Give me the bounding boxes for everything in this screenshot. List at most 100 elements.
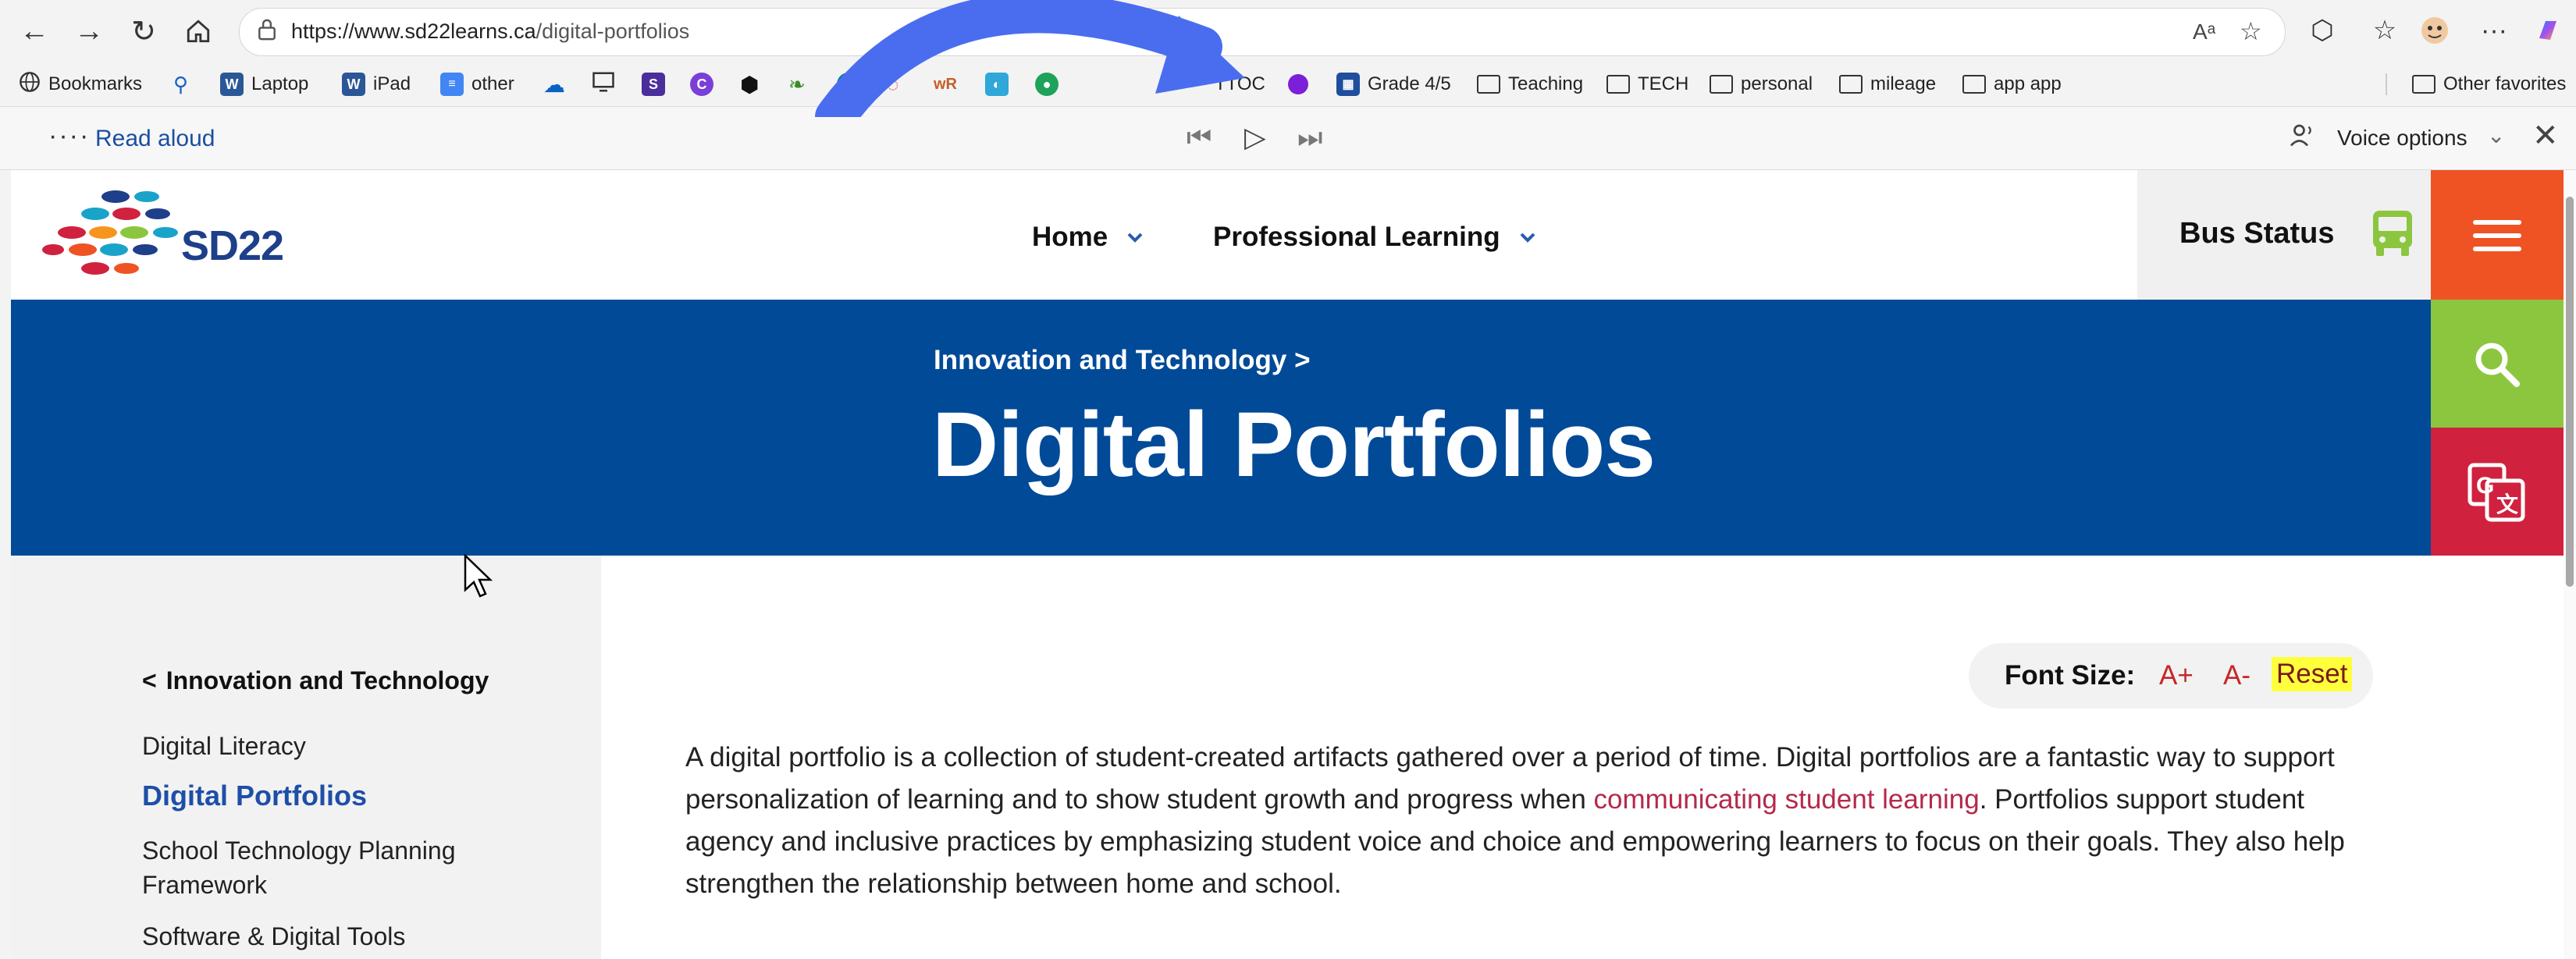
- url-host: https://www.sd22learns.ca: [291, 20, 536, 43]
- bookmark-ttoc[interactable]: TTOC: [1215, 69, 1265, 100]
- browser-toolbar: ← → ↻ https://www.sd22learns.ca/digital-…: [0, 0, 2576, 62]
- url-path: /digital-portfolios: [535, 20, 690, 43]
- font-size-label: Font Size:: [2005, 660, 2136, 691]
- font-increase-button[interactable]: A+: [2159, 660, 2194, 691]
- bookmark-other[interactable]: ≡ other: [440, 69, 514, 100]
- close-icon[interactable]: ✕: [2532, 118, 2559, 154]
- profile-icon[interactable]: [2415, 11, 2454, 50]
- home-icon[interactable]: [178, 11, 219, 52]
- bookmark-label: TTOC: [1215, 73, 1265, 94]
- chevron-down-icon: [1519, 225, 1536, 250]
- sharepoint-icon: S: [837, 73, 860, 96]
- nav-home[interactable]: Home: [1032, 222, 1144, 253]
- play-icon[interactable]: ▷: [1244, 121, 1266, 154]
- bookmark-wr[interactable]: wR: [934, 69, 957, 100]
- more-icon[interactable]: ···: [2475, 11, 2514, 50]
- back-icon[interactable]: ←: [14, 11, 55, 52]
- search-icon: [2475, 343, 2520, 387]
- s-app-icon: S: [642, 73, 665, 96]
- previous-icon[interactable]: ⏮: [1187, 121, 1212, 155]
- bookmark-personal[interactable]: personal: [1710, 69, 1813, 100]
- read-aloud-dots[interactable]: ····: [48, 121, 90, 151]
- bookmark-label: other: [471, 73, 514, 94]
- folder-icon: [1962, 75, 1986, 94]
- font-reset-button[interactable]: Reset: [2272, 657, 2353, 691]
- c-app-icon: C: [690, 73, 713, 96]
- bookmark-grade-4-5[interactable]: ▦ Grade 4/5: [1336, 69, 1451, 100]
- svg-text:G: G: [2476, 473, 2494, 499]
- nav-label: Home: [1032, 222, 1108, 252]
- sidebar-item-digital-literacy[interactable]: Digital Literacy: [142, 729, 306, 763]
- search-button[interactable]: [2431, 300, 2564, 428]
- read-aloud-icon[interactable]: Aᵃ: [2193, 20, 2215, 44]
- bookmark-app-app[interactable]: app app: [1962, 69, 2062, 100]
- bus-status-label: Bus Status: [2179, 217, 2335, 250]
- leaf-icon: ❧: [788, 72, 806, 96]
- refresh-icon[interactable]: ↻: [123, 11, 164, 52]
- bookmark-other-favorites[interactable]: Other favorites: [2412, 69, 2566, 100]
- chevron-down-icon: [1126, 225, 1144, 250]
- bookmark-sharepoint[interactable]: S: [837, 69, 860, 100]
- word-icon: W: [342, 73, 365, 96]
- favorites-icon[interactable]: ☆: [2365, 11, 2404, 50]
- green-app-icon: ●: [1035, 73, 1059, 96]
- breadcrumb[interactable]: Innovation and Technology >: [934, 345, 1311, 376]
- bookmark-chart-app[interactable]: ◐: [985, 69, 1009, 100]
- communicating-student-learning-link[interactable]: communicating student learning: [1594, 784, 1980, 815]
- sidebar-back-label: Innovation and Technology: [165, 666, 489, 694]
- translate-button[interactable]: G 文: [2431, 428, 2564, 556]
- bookmark-search[interactable]: ⚲: [173, 69, 188, 100]
- forward-icon[interactable]: →: [69, 11, 109, 52]
- bus-status-button[interactable]: Bus Status: [2137, 170, 2442, 300]
- bookmark-teaching[interactable]: Teaching: [1477, 69, 1583, 100]
- nav-professional-learning[interactable]: Professional Learning: [1213, 222, 1536, 253]
- next-icon[interactable]: ⏭: [1297, 121, 1322, 155]
- bookmark-onedrive[interactable]: ☁: [543, 69, 565, 100]
- svg-text:文: 文: [2496, 492, 2518, 517]
- folder-icon: [2412, 75, 2435, 94]
- calendar-icon: ▦: [1336, 73, 1360, 96]
- bookmark-label: Bookmarks: [48, 73, 143, 94]
- folder-icon: [1606, 75, 1630, 94]
- bookmark-mileage[interactable]: mileage: [1839, 69, 1936, 100]
- lock-icon[interactable]: [255, 16, 279, 49]
- bookmarks-bar: Bookmarks ⚲ W Laptop W iPad ≡ other ☁ S …: [0, 62, 2576, 107]
- globe-icon: [19, 71, 41, 98]
- bookmark-ipad[interactable]: W iPad: [342, 69, 411, 100]
- bookmark-purple[interactable]: [1288, 69, 1308, 100]
- sidebar-back-link[interactable]: < Innovation and Technology: [142, 666, 489, 695]
- bookmark-label: Grade 4/5: [1368, 73, 1451, 94]
- bookmark-green-app[interactable]: ●: [1035, 69, 1059, 100]
- swirl-icon: ◌: [887, 72, 899, 96]
- bookmark-label: Other favorites: [2443, 73, 2567, 94]
- folder-icon: [1477, 75, 1500, 94]
- sidebar-item-digital-portfolios[interactable]: Digital Portfolios: [142, 779, 367, 813]
- page-banner: Innovation and Technology > Digital Port…: [11, 300, 2431, 556]
- wr-icon: wR: [934, 75, 957, 93]
- url-text: https://www.sd22learns.ca/digital-portfo…: [291, 20, 689, 44]
- menu-button[interactable]: [2431, 170, 2564, 300]
- bookmark-s-app[interactable]: S: [642, 69, 665, 100]
- chart-app-icon: ◐: [985, 73, 1009, 96]
- address-bar[interactable]: https://www.sd22learns.ca/digital-portfo…: [239, 8, 2286, 56]
- bookmark-hex[interactable]: ⬢: [740, 69, 759, 100]
- star-icon[interactable]: ☆: [2240, 16, 2262, 46]
- sidebar-item-school-technology-planning-framework[interactable]: School Technology Planning Framework: [142, 833, 517, 902]
- bookmark-c-app[interactable]: C: [690, 69, 713, 100]
- purple-dot-icon: [1288, 74, 1308, 94]
- extensions-icon[interactable]: ⬡: [2303, 11, 2342, 50]
- chevron-down-icon[interactable]: ⌄: [2487, 123, 2505, 148]
- bookmark-label: TECH: [1638, 73, 1689, 94]
- font-decrease-button[interactable]: A-: [2223, 660, 2250, 691]
- scrollbar-thumb[interactable]: [2566, 197, 2574, 587]
- bookmark-tech[interactable]: TECH: [1606, 69, 1688, 100]
- sidebar-item-software-digital-tools[interactable]: Software & Digital Tools: [142, 919, 405, 954]
- voice-options-button[interactable]: Voice options: [2337, 126, 2467, 151]
- bookmark-monitor[interactable]: [592, 69, 615, 100]
- bookmark-leaf[interactable]: ❧: [788, 69, 806, 100]
- copilot-icon[interactable]: [2529, 11, 2568, 50]
- bookmark-laptop[interactable]: W Laptop: [220, 69, 308, 100]
- bookmarks-divider: [2386, 73, 2387, 95]
- bookmark-swirl[interactable]: ◌: [887, 69, 898, 100]
- bookmark-bookmarks[interactable]: Bookmarks: [19, 69, 142, 100]
